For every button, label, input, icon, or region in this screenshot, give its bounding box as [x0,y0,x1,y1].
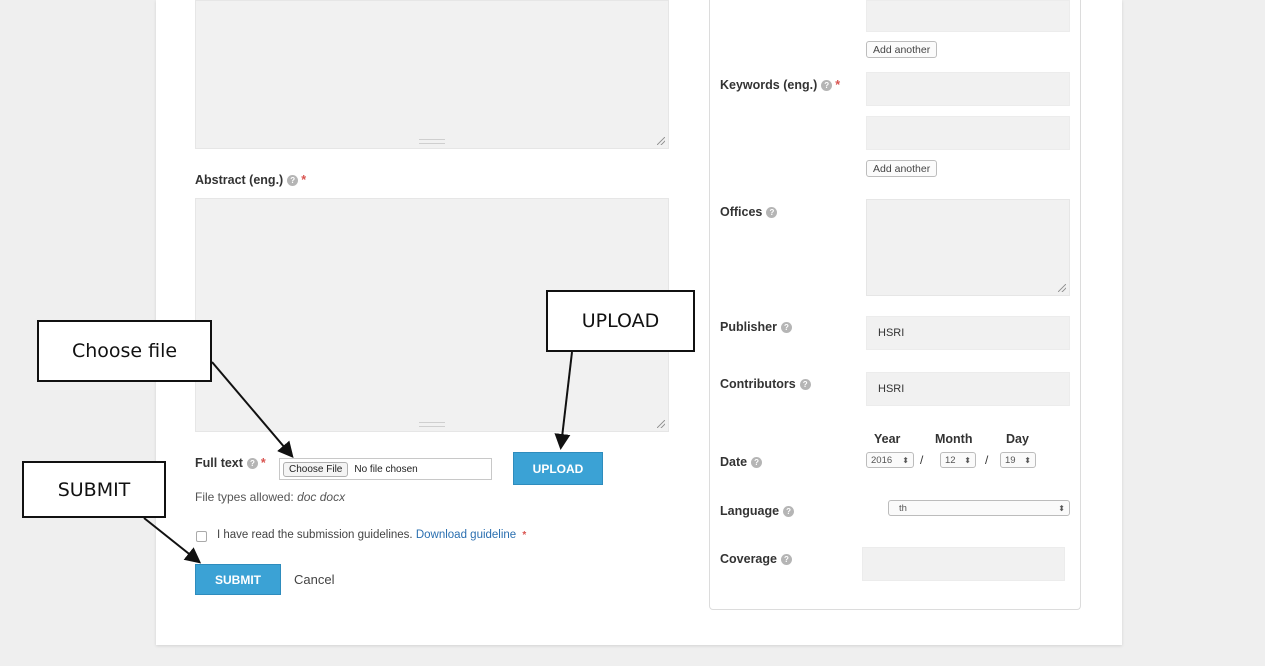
arrow-submit [143,517,202,564]
arrow-upload [554,351,573,450]
annotation-arrows [143,351,573,564]
arrow-choose-file [211,361,294,459]
